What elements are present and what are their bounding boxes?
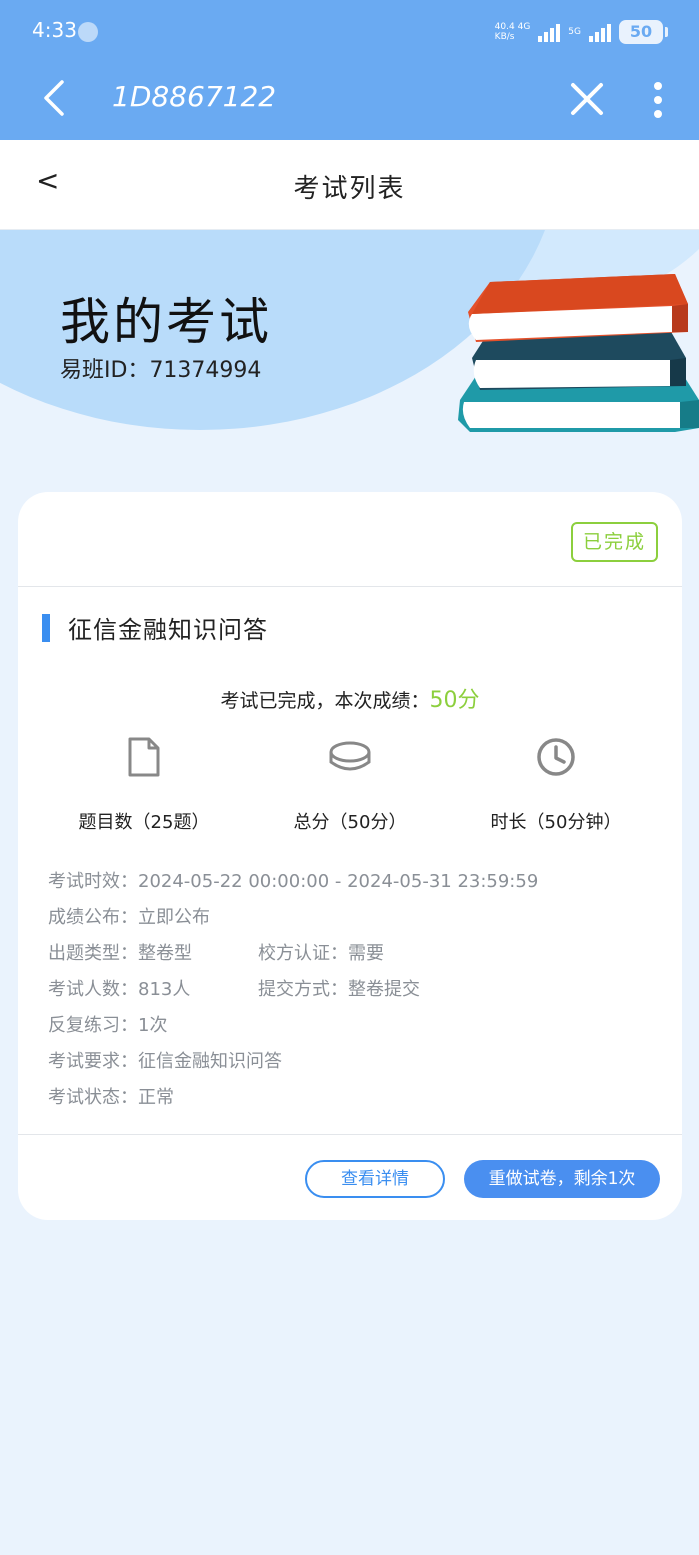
stat-duration: 时长（50分钟） bbox=[456, 736, 656, 834]
close-icon[interactable] bbox=[566, 78, 608, 120]
exam-card: 已完成 征信金融知识问答 考试已完成，本次成绩：50分 题目数（25题） 总分（… bbox=[18, 492, 682, 1220]
status-indicators: 40.4 4G KB/s 5G 50 bbox=[494, 18, 668, 46]
status-badge: 已完成 bbox=[570, 522, 658, 562]
banner: 我的考试 易班ID：71374994 bbox=[0, 230, 699, 460]
exam-stats: 题目数（25题） 总分（50分） 时长（50分钟） bbox=[18, 736, 682, 836]
exam-name: 征信金融知识问答 bbox=[68, 616, 268, 644]
notification-app-icon bbox=[78, 22, 98, 42]
top-bar: 4:33 40.4 4G KB/s 5G 50 1D8867122 bbox=[0, 0, 699, 140]
divider bbox=[18, 586, 682, 587]
info-validity: 考试时效：2024-05-22 00:00:00 - 2024-05-31 23… bbox=[48, 871, 539, 892]
stat-label: 总分（50分） bbox=[293, 812, 407, 833]
banner-user-id: 易班ID：71374994 bbox=[60, 358, 262, 383]
coin-icon bbox=[329, 741, 371, 771]
info-practice: 反复练习：1次 bbox=[48, 1015, 168, 1036]
redo-exam-button[interactable]: 重做试卷，剩余1次 bbox=[464, 1160, 660, 1198]
info-count-submit: 考试人数：813人 提交方式：整卷提交 bbox=[48, 979, 420, 1000]
view-details-button[interactable]: 查看详情 bbox=[305, 1160, 445, 1198]
banner-title: 我的考试 bbox=[60, 293, 272, 351]
battery-icon: 50 bbox=[619, 20, 668, 44]
result-prefix: 考试已完成，本次成绩： bbox=[220, 690, 430, 712]
network-5g-label: 5G bbox=[568, 27, 581, 37]
stat-label: 时长（50分钟） bbox=[490, 812, 622, 833]
status-time: 4:33 bbox=[32, 18, 77, 42]
page-title: 考试列表 bbox=[293, 174, 406, 204]
exam-info: 考试时效：2024-05-22 00:00:00 - 2024-05-31 23… bbox=[48, 864, 538, 1116]
more-vertical-icon[interactable] bbox=[648, 80, 668, 120]
result-score: 50分 bbox=[429, 688, 480, 713]
document-icon bbox=[128, 737, 160, 777]
info-requirement: 考试要求：征信金融知识问答 bbox=[48, 1051, 282, 1072]
books-illustration bbox=[458, 274, 699, 432]
signal-4g-icon bbox=[538, 22, 561, 42]
info-type-cert: 出题类型：整卷型 校方认证：需要 bbox=[48, 943, 384, 964]
page-header: < 考试列表 bbox=[0, 140, 699, 230]
app-bar-title: 1D8867122 bbox=[112, 80, 277, 113]
title-accent-bar bbox=[42, 614, 50, 642]
divider bbox=[18, 1134, 682, 1135]
chevron-left-icon[interactable] bbox=[36, 78, 76, 118]
stat-question-count: 题目数（25题） bbox=[44, 736, 244, 834]
signal-5g-icon bbox=[589, 22, 611, 42]
result-line: 考试已完成，本次成绩：50分 bbox=[18, 682, 682, 714]
info-publish: 成绩公布：立即公布 bbox=[48, 907, 210, 928]
stat-total-score: 总分（50分） bbox=[250, 736, 450, 834]
info-state: 考试状态：正常 bbox=[48, 1087, 174, 1108]
stat-label: 题目数（25题） bbox=[78, 812, 210, 833]
network-speed: 40.4 4G KB/s bbox=[494, 22, 531, 42]
clock-icon bbox=[537, 738, 575, 776]
